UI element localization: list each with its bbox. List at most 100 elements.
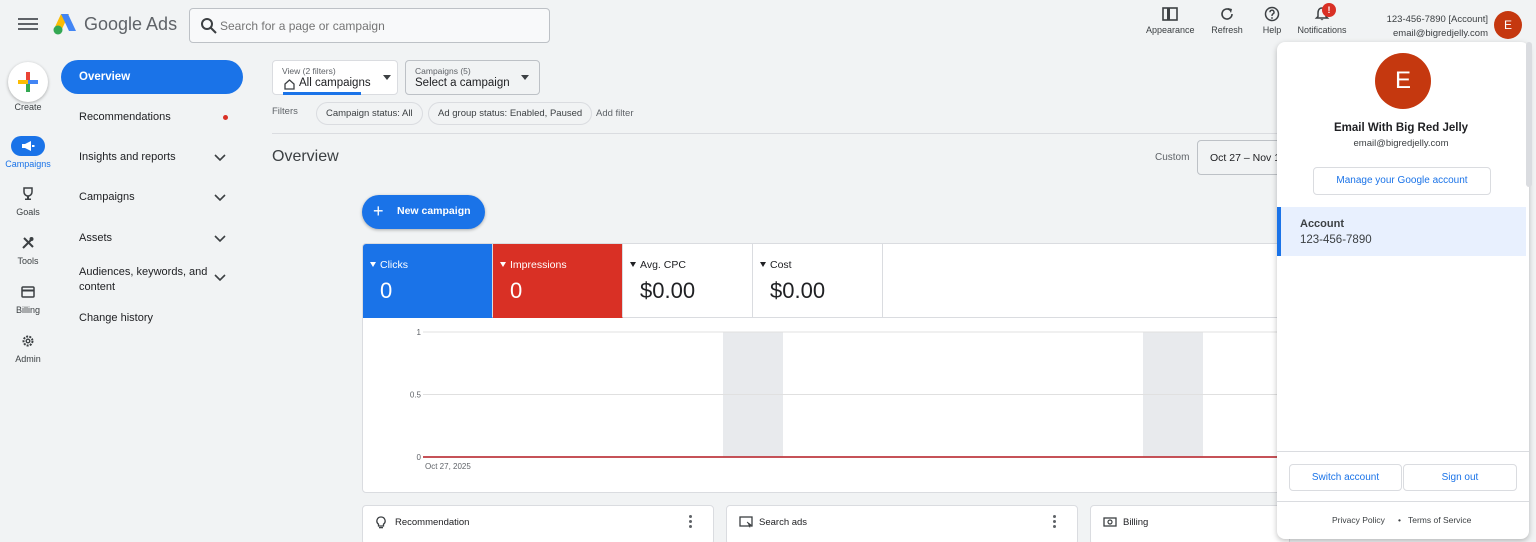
chevron-down-icon[interactable] xyxy=(214,235,226,243)
chevron-down-icon[interactable] xyxy=(214,274,226,282)
notifications-button[interactable]: Notifications ! xyxy=(1295,3,1349,35)
metric-label: Cost xyxy=(770,259,792,271)
metric-label: Clicks xyxy=(380,259,408,271)
create-button[interactable] xyxy=(8,62,48,102)
metric-value: 0 xyxy=(380,278,393,303)
filter-chip-ad-group-status[interactable]: Ad group status: Enabled, Paused xyxy=(428,102,593,125)
sign-out-button[interactable]: Sign out xyxy=(1403,464,1517,491)
account-header-line1: 123-456-7890 [Account] xyxy=(1386,14,1488,25)
more-vert-icon[interactable] xyxy=(689,515,693,530)
recommendation-card-title: Recommendation xyxy=(395,517,470,528)
tools-icon xyxy=(22,237,34,249)
rail-campaigns[interactable]: Campaigns xyxy=(0,136,56,169)
metric-value: $0.00 xyxy=(770,278,826,303)
metric-value: 0 xyxy=(510,278,523,303)
view-filter-small-label: View (2 filters) xyxy=(282,66,336,76)
filter-chip-campaign-status[interactable]: Campaign status: All xyxy=(316,102,423,125)
home-icon xyxy=(284,79,295,90)
manage-google-account-button[interactable]: Manage your Google account xyxy=(1313,167,1491,195)
performance-chart: 1 0.5 0Oct 27, 2025 xyxy=(410,328,1296,471)
goals-pill xyxy=(11,184,45,204)
metric-value: $0.00 xyxy=(640,278,696,303)
appearance-button[interactable]: Appearance xyxy=(1146,6,1195,35)
privacy-policy-link[interactable]: Privacy Policy xyxy=(1332,515,1385,525)
new-campaign-button[interactable]: + New campaign xyxy=(362,195,485,229)
credit-card-icon xyxy=(21,286,35,298)
appearance-icon xyxy=(1162,7,1178,21)
notification-badge: ! xyxy=(1322,3,1336,17)
search-icon xyxy=(201,18,217,34)
search-ads-icon xyxy=(739,516,753,528)
popup-divider xyxy=(1277,451,1529,452)
refresh-icon xyxy=(1221,8,1233,20)
popup-account-item[interactable]: Account 123-456-7890 xyxy=(1277,207,1526,256)
notifications-label: Notifications xyxy=(1297,25,1347,35)
recommendation-card[interactable]: Recommendation xyxy=(362,505,714,542)
plus-icon xyxy=(18,72,38,92)
nav-change-history[interactable]: Change history xyxy=(79,312,229,324)
rail-tools[interactable]: Tools xyxy=(0,233,56,266)
help-icon xyxy=(1264,6,1280,22)
account-avatar[interactable]: E xyxy=(1494,11,1522,39)
nav-audiences[interactable]: Audiences, keywords, and content xyxy=(79,265,211,295)
y-tick-label: 0.5 xyxy=(410,391,422,400)
date-custom-label: Custom xyxy=(1155,152,1190,163)
rail-admin[interactable]: Admin xyxy=(0,331,56,364)
switch-account-button[interactable]: Switch account xyxy=(1289,464,1402,491)
rail-billing[interactable]: Billing xyxy=(0,282,56,315)
chevron-down-icon[interactable] xyxy=(214,194,226,202)
campaign-select-dropdown[interactable]: Campaigns (5) Select a campaign xyxy=(405,60,540,95)
popup-account-title: Account xyxy=(1300,218,1344,230)
caret-down-icon xyxy=(521,75,529,80)
rail-create-label: Create xyxy=(14,102,42,112)
performance-card: Clicks 0 Impressions 0 Avg. CPC $0.00 Co… xyxy=(362,243,1297,493)
scrollbar[interactable] xyxy=(1526,42,1532,187)
popup-account-email: email@bigredjelly.com xyxy=(1353,138,1449,149)
account-header-email: email@bigredjelly.com xyxy=(1393,28,1488,39)
y-tick-label: 0 xyxy=(417,453,422,462)
campaign-select-value: Select a campaign xyxy=(415,77,510,89)
rail-admin-label: Admin xyxy=(15,354,41,364)
account-header-info[interactable]: 123-456-7890 [Account] email@bigredjelly… xyxy=(1387,13,1488,41)
help-button[interactable]: Help xyxy=(1259,6,1285,35)
appearance-label: Appearance xyxy=(1146,25,1195,35)
nav-assets[interactable]: Assets xyxy=(79,232,229,244)
menu-icon[interactable] xyxy=(18,15,38,33)
billing-icon xyxy=(1103,517,1117,527)
y-tick-label: 1 xyxy=(417,328,422,337)
caret-down-icon xyxy=(630,262,636,267)
metric-label: Impressions xyxy=(510,259,567,271)
campaigns-pill xyxy=(11,136,45,156)
view-filter-dropdown[interactable]: View (2 filters) All campaigns xyxy=(272,60,398,95)
search-ads-card[interactable]: Search ads xyxy=(726,505,1078,542)
rail-tools-label: Tools xyxy=(17,256,39,266)
metric-avg-cpc[interactable]: Avg. CPC $0.00 xyxy=(623,244,753,318)
nav-overview[interactable]: Overview xyxy=(61,60,243,94)
billing-card[interactable]: Billing xyxy=(1090,505,1290,542)
chevron-down-icon[interactable] xyxy=(214,154,226,162)
nav-recommendations[interactable]: Recommendations xyxy=(79,111,229,123)
billing-card-title: Billing xyxy=(1123,517,1149,528)
account-popup: E Email With Big Red Jelly email@bigredj… xyxy=(1277,42,1529,539)
metric-clicks[interactable]: Clicks 0 xyxy=(363,244,493,318)
search-box[interactable] xyxy=(189,8,550,43)
terms-of-service-link[interactable]: Terms of Service xyxy=(1408,515,1471,525)
refresh-label: Refresh xyxy=(1211,25,1243,35)
rail-goals[interactable]: Goals xyxy=(0,184,56,217)
view-filter-value: All campaigns xyxy=(299,77,371,89)
metric-cost[interactable]: Cost $0.00 xyxy=(753,244,883,318)
metric-label: Avg. CPC xyxy=(640,259,686,271)
more-vert-icon[interactable] xyxy=(1053,515,1057,530)
search-input[interactable] xyxy=(220,16,540,36)
metric-impressions[interactable]: Impressions 0 xyxy=(493,244,623,318)
rail-create-label-wrap: Create xyxy=(0,102,56,112)
nav-insights[interactable]: Insights and reports xyxy=(79,151,229,163)
refresh-button[interactable]: Refresh xyxy=(1208,6,1246,35)
x-tick-label: Oct 27, 2025 xyxy=(425,462,471,471)
nav-campaigns[interactable]: Campaigns xyxy=(79,191,229,203)
footer-dot: • xyxy=(1398,515,1401,525)
view-underline xyxy=(283,92,361,95)
popup-account-number: 123-456-7890 xyxy=(1300,234,1372,246)
popup-account-name: Email With Big Red Jelly xyxy=(1333,122,1469,134)
add-filter-link[interactable]: Add filter xyxy=(596,108,634,119)
